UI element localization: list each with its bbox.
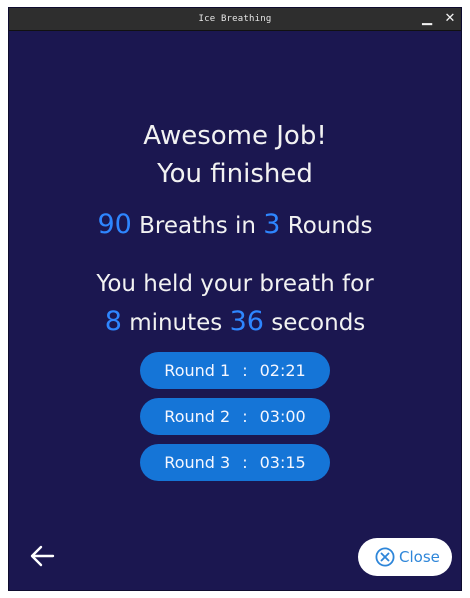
held-label: You held your breath for bbox=[96, 271, 374, 297]
round-label: Round 1 bbox=[164, 361, 231, 380]
back-button[interactable] bbox=[27, 541, 57, 571]
held-duration: 8 minutes 36 seconds bbox=[9, 306, 461, 337]
round-time: 03:00 bbox=[259, 407, 306, 426]
rounds-label: Rounds bbox=[287, 213, 373, 239]
minutes-label: minutes bbox=[129, 310, 223, 336]
close-button[interactable]: Close bbox=[358, 538, 452, 576]
round-count: 3 bbox=[263, 209, 281, 240]
round-separator: : bbox=[242, 453, 248, 472]
round-2-pill: Round 2:03:00 bbox=[140, 398, 330, 435]
round-label: Round 2 bbox=[164, 407, 231, 426]
arrow-left-icon bbox=[30, 545, 55, 567]
circle-x-icon bbox=[375, 547, 395, 567]
window-title: Ice Breathing bbox=[198, 14, 272, 24]
breaths-label: Breaths in bbox=[139, 213, 256, 239]
seconds-label: seconds bbox=[271, 310, 366, 336]
round-time: 02:21 bbox=[259, 361, 306, 380]
held-minutes: 8 bbox=[104, 306, 122, 337]
round-separator: : bbox=[242, 407, 248, 426]
close-label: Close bbox=[399, 548, 440, 566]
round-label: Round 3 bbox=[164, 453, 231, 472]
round-3-pill: Round 3:03:15 bbox=[140, 444, 330, 481]
breaths-summary: 90 Breaths in 3 Rounds bbox=[9, 209, 461, 240]
round-separator: : bbox=[242, 361, 248, 380]
breath-count: 90 bbox=[97, 209, 132, 240]
round-1-pill: Round 1:02:21 bbox=[140, 352, 330, 389]
minimize-icon[interactable]: ▁ bbox=[416, 8, 438, 30]
app-window: Ice Breathing ▁ ✕ Awesome Job! You finis… bbox=[9, 8, 461, 590]
held-seconds: 36 bbox=[229, 306, 264, 337]
round-time: 03:15 bbox=[259, 453, 306, 472]
heading-line-1: Awesome Job! bbox=[143, 121, 327, 151]
close-window-icon[interactable]: ✕ bbox=[439, 8, 461, 30]
title-bar: Ice Breathing ▁ ✕ bbox=[9, 8, 461, 31]
heading-line-2: You finished bbox=[157, 159, 313, 189]
results-screen: Awesome Job! You finished 90 Breaths in … bbox=[9, 31, 461, 590]
